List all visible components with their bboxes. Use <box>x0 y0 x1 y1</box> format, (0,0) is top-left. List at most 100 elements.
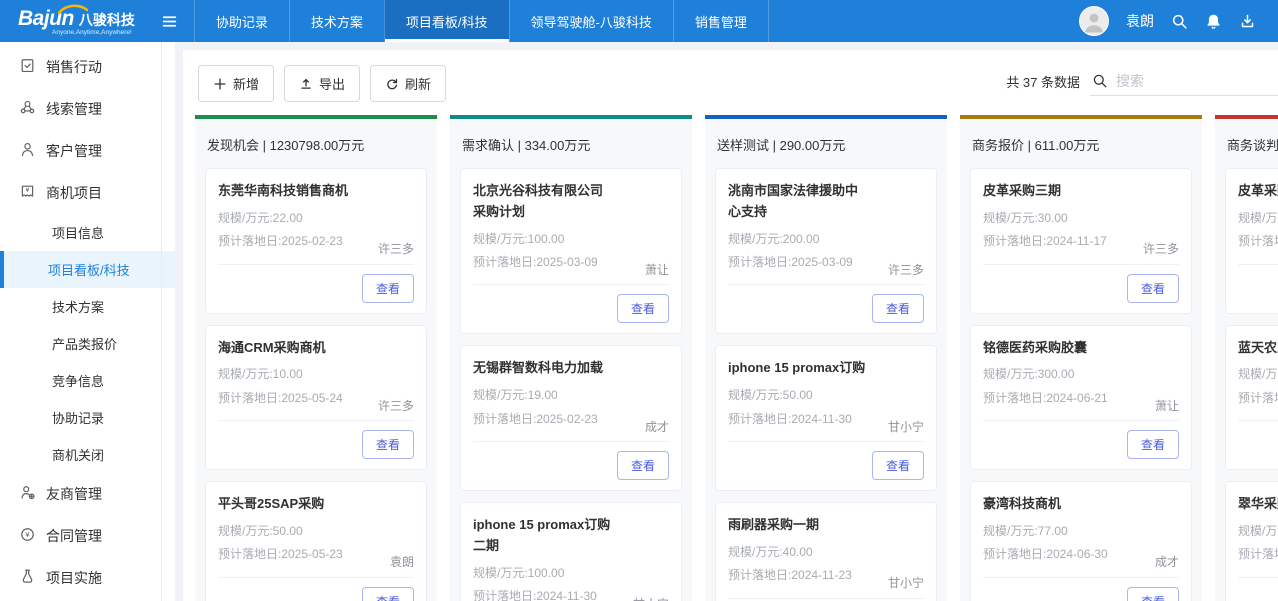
export-button[interactable]: 导出 <box>284 65 360 102</box>
kanban-card[interactable]: 海通CRM采购商机规模/万元:10.00预计落地日:2025-05-24许三多查… <box>205 325 427 471</box>
export-icon <box>299 77 313 91</box>
card-footer: 查看 <box>473 284 669 333</box>
bell-icon[interactable] <box>1205 13 1222 30</box>
kanban-card[interactable]: 雨刷器采购一期规模/万元:40.00预计落地日:2024-11-23甘小宁查看 <box>715 502 937 601</box>
sidebar-item-label: 友商管理 <box>46 484 102 504</box>
download-icon[interactable] <box>1239 13 1256 30</box>
sidebar-subitem-project-info[interactable]: 项目信息 <box>0 214 175 251</box>
tab-sales-management[interactable]: 销售管理 <box>673 0 769 42</box>
kanban-card[interactable]: iphone 15 promax订购二期规模/万元:100.00预计落地日:20… <box>460 502 682 601</box>
view-button[interactable]: 查看 <box>362 430 414 459</box>
card-title: 北京光谷科技有限公司采购计划 <box>473 181 669 223</box>
search-input[interactable] <box>1116 73 1278 89</box>
kanban-card[interactable]: 豪湾科技商机规模/万元:77.00预计落地日:2024-06-30成才查看 <box>970 481 1192 601</box>
refresh-icon <box>385 77 399 91</box>
card-title: 蓝天农业 <box>1238 338 1278 359</box>
card-title: 平头哥25SAP采购 <box>218 494 414 515</box>
card-date-row: 预计落地日:2024-11-30甘小宁 <box>473 589 669 601</box>
tab-project-board[interactable]: 项目看板/科技 <box>384 0 509 42</box>
avatar[interactable] <box>1079 6 1109 36</box>
sidebar-item-partner[interactable]: 友商管理 <box>0 473 175 515</box>
card-date-row: 预计落地日:2025-02-23许三多 <box>218 234 414 248</box>
card-date-row: 预计落地日:2025-05-23袁朗 <box>218 547 414 561</box>
sidebar-item-opportunity[interactable]: ¥商机项目 <box>0 172 175 214</box>
sidebar-subitem-opportunity-close[interactable]: 商机关闭 <box>0 436 175 473</box>
menu-toggle-icon[interactable] <box>145 0 194 42</box>
kanban-card[interactable]: 铭德医药采购胶囊规模/万元:300.00预计落地日:2024-06-21萧让查看 <box>970 325 1192 471</box>
column-body: 送样测试 | 290.00万元洮南市国家法律援助中心支持规模/万元:200.00… <box>705 119 947 601</box>
column-body: 发现机会 | 1230798.00万元东莞华南科技销售商机规模/万元:22.00… <box>195 119 437 601</box>
tab-assist-record[interactable]: 协助记录 <box>194 0 289 42</box>
sidebar-subitem-tech-plan[interactable]: 技术方案 <box>0 288 175 325</box>
kanban-card[interactable]: 洮南市国家法律援助中心支持规模/万元:200.00预计落地日:2025-03-0… <box>715 168 937 334</box>
card-title: 无锡群智数科电力加载 <box>473 358 669 379</box>
card-date: 预计落地日:2025-03-09 <box>728 255 853 269</box>
view-button[interactable]: 查看 <box>1127 430 1179 459</box>
top-tabs: 协助记录技术方案项目看板/科技领导驾驶舱-八骏科技销售管理 <box>194 0 769 42</box>
card-title: 雨刷器采购一期 <box>728 515 924 536</box>
card-date-row: 预计落地日:2024-11-23甘小宁 <box>728 568 924 582</box>
sales-action-icon <box>19 57 36 77</box>
implementation-icon <box>19 568 36 588</box>
view-button[interactable]: 查看 <box>362 274 414 303</box>
user-name[interactable]: 袁朗 <box>1126 11 1154 31</box>
kanban-card[interactable]: 皮革采购三期规模/万元:30.00预计落地日:2024-11-17许三多查看 <box>970 168 1192 314</box>
sidebar-item-label: 销售行动 <box>46 57 102 77</box>
kanban-card[interactable]: 无锡群智数科电力加载规模/万元:19.00预计落地日:2025-02-23成才查… <box>460 345 682 491</box>
kanban-card[interactable]: 北京光谷科技有限公司采购计划规模/万元:100.00预计落地日:2025-03-… <box>460 168 682 334</box>
kanban-card[interactable]: 平头哥25SAP采购规模/万元:50.00 预计落地日:2025-05-23袁朗查… <box>205 481 427 601</box>
view-button[interactable]: 查看 <box>362 587 414 601</box>
card-owner: 许三多 <box>1143 242 1179 256</box>
kanban-card[interactable]: iphone 15 promax订购规模/万元:50.00预计落地日:2024-… <box>715 345 937 491</box>
card-footer: 查看 <box>728 441 924 490</box>
tab-tech-plan[interactable]: 技术方案 <box>289 0 384 42</box>
card-owner: 成才 <box>645 420 669 434</box>
view-button[interactable]: 查看 <box>872 294 924 323</box>
card-owner: 袁朗 <box>390 555 414 569</box>
sidebar-item-leads[interactable]: 线索管理 <box>0 88 175 130</box>
view-button[interactable]: 查看 <box>1127 274 1179 303</box>
card-date: 预计落地日: <box>1238 234 1278 248</box>
top-bar: Bajun 八骏科技 Anyone,Anytime,Anywhere! 协助记录… <box>0 0 1278 42</box>
card-footer: 查看 <box>983 577 1179 601</box>
kanban-column-sample-test: 送样测试 | 290.00万元洮南市国家法律援助中心支持规模/万元:200.00… <box>705 115 947 601</box>
search-icon[interactable] <box>1092 73 1108 89</box>
card-date-row: 预计落地日: <box>1238 547 1278 561</box>
search-icon[interactable] <box>1171 13 1188 30</box>
refresh-button[interactable]: 刷新 <box>370 65 446 102</box>
card-date-row: 预计落地日:2024-06-30成才 <box>983 547 1179 561</box>
tab-leader-cockpit[interactable]: 领导驾驶舱-八骏科技 <box>509 0 673 42</box>
view-button[interactable]: 查看 <box>872 451 924 480</box>
sidebar-subitem-competition-info[interactable]: 竞争信息 <box>0 362 175 399</box>
view-button[interactable]: 查看 <box>1127 587 1179 601</box>
card-footer: 查看 <box>1238 264 1278 313</box>
kanban-card[interactable]: 蓝天农业规模/万元:预计落地日:查看 <box>1225 325 1278 471</box>
kanban-card[interactable]: 皮革采购规模/万元:预计落地日:查看 <box>1225 168 1278 314</box>
sidebar-item-customer[interactable]: 客户管理 <box>0 130 175 172</box>
add-button[interactable]: 新增 <box>198 65 274 102</box>
contract-icon: ¥ <box>19 526 36 546</box>
view-button[interactable]: 查看 <box>617 451 669 480</box>
kanban-card[interactable]: 翠华采购规模/万元:预计落地日:查看 <box>1225 481 1278 601</box>
sidebar-item-sales-action[interactable]: 销售行动 <box>0 46 175 88</box>
kanban-card[interactable]: 东莞华南科技销售商机规模/万元:22.00预计落地日:2025-02-23许三多… <box>205 168 427 314</box>
card-footer: 查看 <box>728 284 924 333</box>
card-title: iphone 15 promax订购二期 <box>473 515 669 557</box>
sidebar-subitem-assist-record[interactable]: 协助记录 <box>0 399 175 436</box>
view-button[interactable]: 查看 <box>617 294 669 323</box>
card-main: 平头哥25SAP采购规模/万元:50.00 预计落地日:2025-05-23袁朗 <box>206 482 426 562</box>
card-date: 预计落地日:2024-11-30 <box>728 412 852 426</box>
card-footer: 查看 <box>983 420 1179 469</box>
sidebar-item-contract[interactable]: ¥合同管理 <box>0 515 175 557</box>
card-scale: 规模/万元:50.00 <box>218 524 414 538</box>
card-date: 预计落地日:2024-06-21 <box>983 391 1108 405</box>
card-scale: 规模/万元: <box>1238 211 1278 225</box>
sidebar-subitem-project-board[interactable]: 项目看板/科技 <box>0 251 175 288</box>
card-title: 翠华采购 <box>1238 494 1278 515</box>
header-right: 袁朗 <box>1079 0 1278 42</box>
sidebar-subitem-product-quote[interactable]: 产品类报价 <box>0 325 175 362</box>
card-scale: 规模/万元:40.00 <box>728 545 924 559</box>
sidebar-item-implementation[interactable]: 项目实施 <box>0 557 175 599</box>
card-owner: 甘小宁 <box>633 597 669 601</box>
card-scale: 规模/万元:77.00 <box>983 524 1179 538</box>
